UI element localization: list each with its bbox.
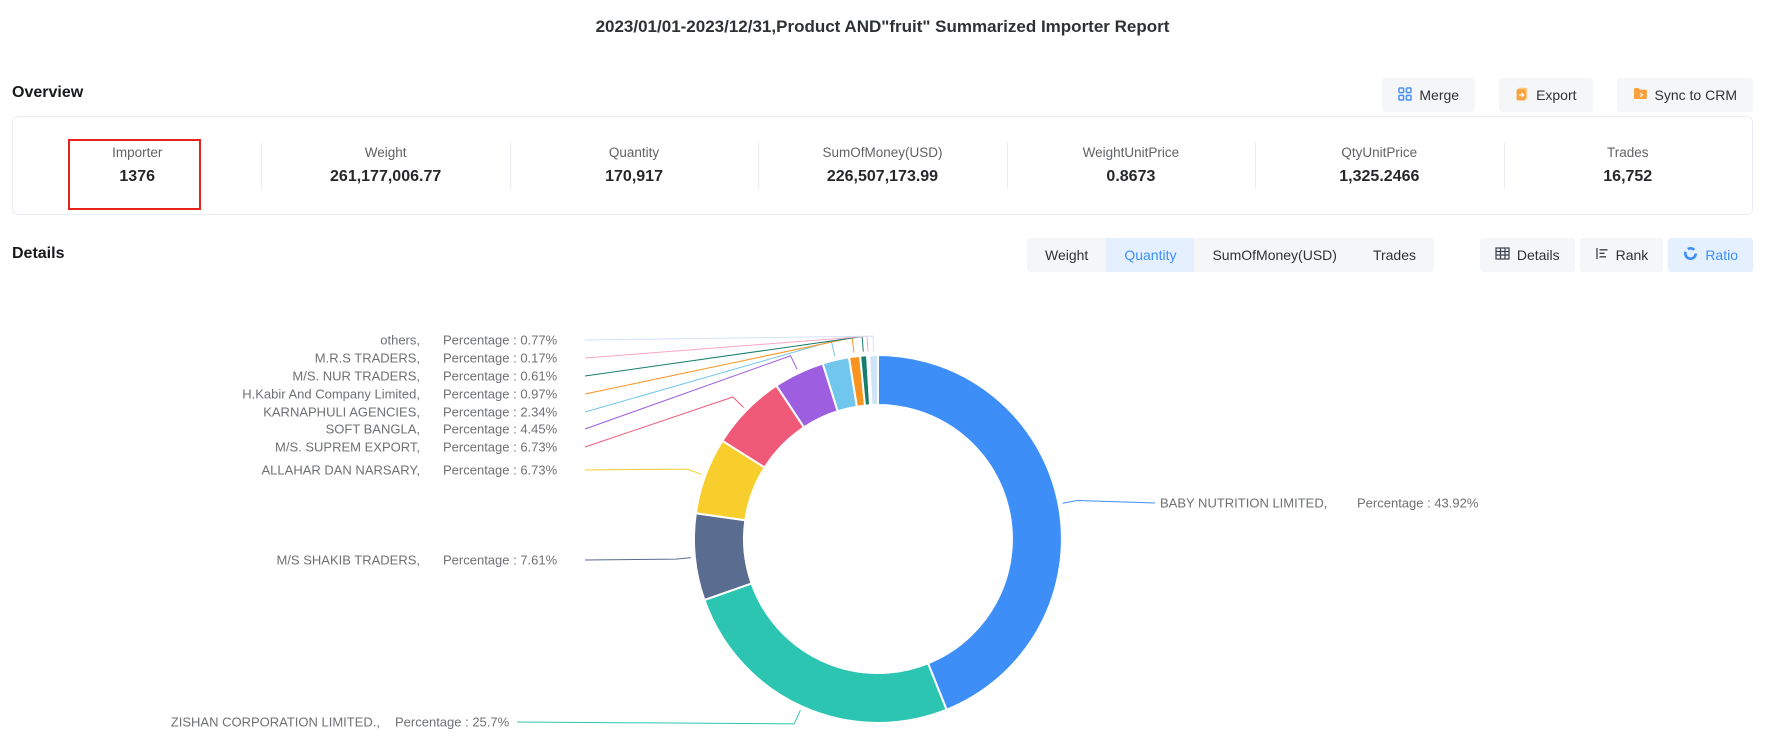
pie-label-line-others — [585, 336, 874, 351]
pie-label-percentage-zishan-corporation-limited: Percentage : 25.7% — [395, 715, 510, 730]
stat-value: 1,325.2466 — [1339, 168, 1419, 186]
merge-button-label: Merge — [1419, 87, 1459, 103]
stat-value: 1376 — [119, 168, 155, 186]
stat-sumofmoney-usd: SumOfMoney(USD) 226,507,173.99 — [758, 145, 1006, 186]
importer-report-page: 2023/01/01-2023/12/31,Product AND"fruit"… — [0, 0, 1765, 741]
stat-label: SumOfMoney(USD) — [822, 145, 942, 160]
pie-label-line-baby-nutrition-limited — [1063, 501, 1155, 504]
pie-label-percentage-baby-nutrition-limited: Percentage : 43.92% — [1357, 496, 1479, 511]
pie-label-name-m-s-suprem-export: M/S. SUPREM EXPORT, — [275, 440, 420, 455]
tab-sumofmoney-usd[interactable]: SumOfMoney(USD) — [1194, 238, 1354, 272]
overview-actions: Merge Export Sync to CRM — [1382, 78, 1753, 112]
pie-label-name-karnaphuli-agencies: KARNAPHULI AGENCIES, — [263, 405, 420, 420]
overview-heading: Overview — [12, 84, 83, 102]
stat-label: Trades — [1607, 145, 1649, 160]
tab-quantity[interactable]: Quantity — [1106, 238, 1194, 272]
ratio-view-button-label: Ratio — [1705, 247, 1738, 263]
stat-quantity: Quantity 170,917 — [510, 145, 758, 186]
pie-label-line-m-s-shakib-traders — [585, 558, 691, 560]
details-view-button[interactable]: Details — [1480, 238, 1575, 272]
rank-view-button-label: Rank — [1616, 247, 1649, 263]
pie-label-name-m-s-nur-traders: M/S. NUR TRADERS, — [292, 369, 420, 384]
export-button[interactable]: Export — [1499, 78, 1592, 112]
pie-label-percentage-m-s-shakib-traders: Percentage : 7.61% — [443, 553, 558, 568]
ratio-pie-chart: BABY NUTRITION LIMITED, Percentage : 43.9… — [0, 278, 1765, 741]
sync-to-crm-button-label: Sync to CRM — [1655, 87, 1737, 103]
pie-label-name-others: others, — [380, 333, 420, 348]
table-icon — [1495, 247, 1510, 263]
page-title: 2023/01/01-2023/12/31,Product AND"fruit"… — [0, 17, 1765, 37]
pie-slice-m-s-shakib-traders[interactable] — [694, 513, 752, 600]
pie-label-percentage-karnaphuli-agencies: Percentage : 2.34% — [443, 405, 558, 420]
measure-tabs: WeightQuantitySumOfMoney(USD)Trades — [1027, 238, 1434, 272]
stat-weightunitprice: WeightUnitPrice 0.8673 — [1007, 145, 1255, 186]
details-heading: Details — [12, 245, 64, 263]
pie-label-line-m-s-suprem-export — [585, 397, 744, 447]
rank-view-button[interactable]: Rank — [1580, 238, 1664, 272]
tab-trades[interactable]: Trades — [1355, 238, 1434, 272]
details-view-button-label: Details — [1517, 247, 1560, 263]
pie-label-line-zishan-corporation-limited — [517, 710, 800, 724]
pie-label-name-m-r-s-traders: M.R.S TRADERS, — [315, 351, 420, 366]
sync-to-crm-button[interactable]: Sync to CRM — [1617, 78, 1753, 112]
stat-label: Importer — [112, 145, 162, 160]
pie-label-percentage-m-s-suprem-export: Percentage : 6.73% — [443, 440, 558, 455]
pie-slice-zishan-corporation-limited[interactable] — [704, 583, 946, 723]
ratio-view-button[interactable]: Ratio — [1668, 238, 1753, 272]
pie-label-percentage-h-kabir-and-company-limited: Percentage : 0.97% — [443, 387, 558, 402]
view-mode-buttons: Details Rank Ratio — [1480, 238, 1753, 272]
pie-slice-others[interactable] — [869, 355, 878, 405]
export-button-label: Export — [1536, 87, 1576, 103]
stat-importer: Importer 1376 — [13, 145, 261, 186]
pie-ratio-icon — [1683, 246, 1698, 264]
pie-label-percentage-others: Percentage : 0.77% — [443, 333, 558, 348]
stat-value: 226,507,173.99 — [827, 168, 938, 186]
tab-weight[interactable]: Weight — [1027, 238, 1106, 272]
stat-qtyunitprice: QtyUnitPrice 1,325.2466 — [1255, 145, 1503, 186]
stat-label: Weight — [365, 145, 407, 160]
sync-folder-icon — [1633, 87, 1648, 103]
stat-value: 170,917 — [605, 168, 663, 186]
pie-label-name-allahar-dan-narsary: ALLAHAR DAN NARSARY, — [262, 463, 420, 478]
pie-label-percentage-m-r-s-traders: Percentage : 0.17% — [443, 351, 558, 366]
pie-label-name-zishan-corporation-limited: ZISHAN CORPORATION LIMITED., — [171, 715, 380, 730]
pie-label-percentage-allahar-dan-narsary: Percentage : 6.73% — [443, 463, 558, 478]
stat-value: 261,177,006.77 — [330, 168, 441, 186]
stat-value: 0.8673 — [1106, 168, 1155, 186]
overview-stats-card: Importer 1376 Weight 261,177,006.77 Quantity… — [12, 116, 1753, 215]
rank-bars-icon — [1595, 247, 1609, 263]
pie-label-name-soft-bangla: SOFT BANGLA, — [326, 422, 420, 437]
stat-label: WeightUnitPrice — [1083, 145, 1180, 160]
export-file-icon — [1515, 87, 1529, 104]
stat-trades: Trades 16,752 — [1504, 145, 1752, 186]
merge-button[interactable]: Merge — [1382, 78, 1475, 112]
stat-label: Quantity — [609, 145, 659, 160]
stat-value: 16,752 — [1603, 168, 1652, 186]
pie-label-name-h-kabir-and-company-limited: H.Kabir And Company Limited, — [242, 387, 420, 402]
pie-slice-baby-nutrition-limited[interactable] — [878, 355, 1062, 710]
pie-label-name-m-s-shakib-traders: M/S SHAKIB TRADERS, — [276, 553, 420, 568]
pie-label-percentage-m-s-nur-traders: Percentage : 0.61% — [443, 369, 558, 384]
pie-label-percentage-soft-bangla: Percentage : 4.45% — [443, 422, 558, 437]
pie-label-name-baby-nutrition-limited: BABY NUTRITION LIMITED, — [1160, 496, 1327, 511]
merge-grid-icon — [1398, 87, 1412, 104]
pie-label-line-allahar-dan-narsary — [585, 469, 702, 474]
stat-weight: Weight 261,177,006.77 — [261, 145, 509, 186]
stat-label: QtyUnitPrice — [1341, 145, 1417, 160]
